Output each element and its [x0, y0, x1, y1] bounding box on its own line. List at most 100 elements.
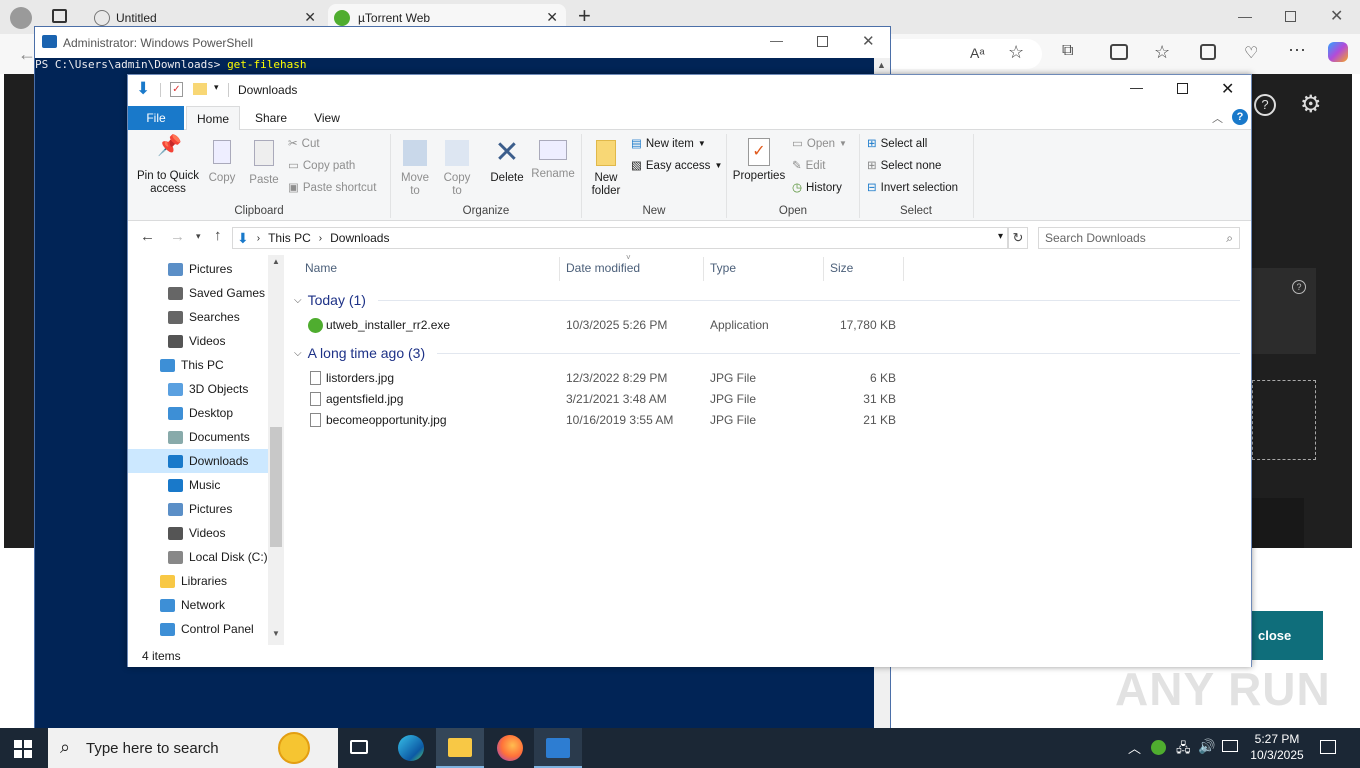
file-explorer-taskbar-button[interactable]: [436, 728, 484, 768]
column-header-date[interactable]: Date modified: [566, 261, 640, 275]
nav-item[interactable]: Searches: [128, 305, 268, 329]
new-folder-qat-icon[interactable]: [193, 83, 207, 95]
delete-button[interactable]: ✕ Delete: [486, 136, 528, 185]
network-tray-icon[interactable]: 🖧: [1176, 739, 1191, 761]
favorite-icon[interactable]: ☆: [1008, 42, 1024, 63]
file-row[interactable]: agentsfield.jpg 3/21/2021 3:48 AM JPG File…: [288, 389, 1248, 410]
history-button[interactable]: ◷ History: [792, 178, 842, 198]
more-icon[interactable]: ⋯: [1288, 40, 1306, 61]
nav-item[interactable]: Documents: [128, 425, 268, 449]
recent-locations-icon[interactable]: ▾: [196, 231, 201, 242]
minimize-icon[interactable]: —: [1238, 8, 1252, 24]
new-folder-button[interactable]: New folder: [586, 140, 626, 198]
powershell-taskbar-button[interactable]: [534, 728, 582, 768]
edge-icon[interactable]: [398, 735, 424, 761]
nav-item[interactable]: Libraries: [128, 569, 268, 593]
file-row[interactable]: becomeopportunity.jpg 10/16/2019 3:55 AM J…: [288, 410, 1248, 431]
tab-view[interactable]: View: [302, 106, 352, 130]
maximize-icon[interactable]: [817, 36, 828, 47]
scroll-thumb[interactable]: [270, 427, 282, 547]
drop-zone[interactable]: [1252, 380, 1316, 460]
select-none-button[interactable]: ⊞ Select none: [867, 156, 941, 176]
qat-dropdown-icon[interactable]: ▾: [214, 82, 219, 93]
copilot-icon[interactable]: [1328, 42, 1348, 62]
nav-item[interactable]: Local Disk (C:): [128, 545, 268, 569]
settings-icon[interactable]: ⚙: [1300, 90, 1322, 119]
nav-item[interactable]: Music: [128, 473, 268, 497]
cut-button[interactable]: ✂ Cut: [288, 134, 320, 154]
copy-to-button[interactable]: Copy to: [438, 140, 476, 198]
nav-item[interactable]: Saved Games: [128, 281, 268, 305]
back-icon[interactable]: ←: [140, 228, 155, 245]
select-all-button[interactable]: ⊞ Select all: [867, 134, 927, 154]
address-dropdown-icon[interactable]: ▾: [998, 231, 1003, 242]
help-icon[interactable]: ?: [1254, 94, 1276, 116]
easy-access-button[interactable]: ▧ Easy access ▼: [631, 156, 722, 176]
tab-share[interactable]: Share: [246, 106, 296, 130]
scroll-down-icon[interactable]: ▼: [272, 629, 280, 638]
search-box[interactable]: Search Downloads ⌕: [1038, 227, 1240, 249]
tab-home[interactable]: Home: [186, 106, 240, 130]
group-header[interactable]: ⌵ Today (1): [288, 289, 1248, 311]
nav-item[interactable]: Downloads: [128, 449, 268, 473]
profile-icon[interactable]: [10, 7, 32, 29]
nav-item[interactable]: Pictures: [128, 497, 268, 521]
nav-item[interactable]: Desktop: [128, 401, 268, 425]
paste-button[interactable]: Paste: [246, 140, 282, 187]
address-bar[interactable]: ⬇ › This PC › Downloads ▾: [232, 227, 1008, 249]
edit-button[interactable]: ✎ Edit: [792, 156, 825, 176]
keyboard-icon[interactable]: [1222, 740, 1238, 752]
scroll-up-icon[interactable]: ▲: [272, 257, 280, 266]
help-icon[interactable]: ?: [1232, 109, 1248, 125]
nav-item[interactable]: Network: [128, 593, 268, 617]
start-button[interactable]: [14, 740, 32, 758]
breadcrumb-downloads[interactable]: Downloads: [330, 231, 389, 245]
tab-file[interactable]: File: [128, 106, 184, 130]
task-view-icon[interactable]: [350, 740, 368, 754]
close-dialog-button[interactable]: close: [1248, 611, 1323, 660]
copy-path-button[interactable]: ▭ Copy path: [288, 156, 355, 176]
read-aloud-icon[interactable]: Aᵃ: [970, 45, 985, 61]
help-icon[interactable]: ?: [1292, 280, 1306, 294]
close-tab-icon[interactable]: ✕: [304, 9, 316, 26]
group-header[interactable]: ⌵ A long time ago (3): [288, 342, 1248, 364]
pin-to-quick-access-button[interactable]: 📌 Pin to Quick access: [132, 136, 204, 196]
split-screen-icon[interactable]: [1110, 44, 1128, 60]
column-header-type[interactable]: Type: [710, 261, 736, 275]
new-item-button[interactable]: ▤ New item ▼: [631, 134, 706, 154]
breadcrumb-this-pc[interactable]: This PC: [268, 231, 311, 245]
scroll-up-icon[interactable]: ▲: [877, 60, 886, 70]
maximize-icon[interactable]: [1177, 83, 1188, 94]
restore-icon[interactable]: [1285, 11, 1296, 22]
open-button[interactable]: ▭ Open ▼: [792, 134, 847, 154]
nav-scrollbar[interactable]: ▲ ▼: [268, 255, 284, 645]
close-tab-icon[interactable]: ✕: [546, 9, 558, 26]
nav-item[interactable]: 3D Objects: [128, 377, 268, 401]
file-row[interactable]: listorders.jpg 12/3/2022 8:29 PM JPG File 6…: [288, 368, 1248, 389]
close-icon[interactable]: ✕: [862, 32, 875, 50]
nav-item[interactable]: Pictures: [128, 257, 268, 281]
show-hidden-icons[interactable]: ︿: [1128, 738, 1141, 757]
file-explorer-window[interactable]: ⬇ ✓ ▾ Downloads — ✕ File Home Share View…: [127, 74, 1252, 667]
nav-item[interactable]: This PC: [128, 353, 268, 377]
invert-selection-button[interactable]: ⊟ Invert selection: [867, 178, 958, 198]
close-icon[interactable]: ✕: [1330, 6, 1343, 26]
clock[interactable]: 5:27 PM 10/3/2025: [1246, 731, 1308, 763]
file-row[interactable]: utweb_installer_rr2.exe 10/3/2025 5:26 PM…: [288, 315, 1248, 336]
properties-qat-icon[interactable]: ✓: [170, 82, 183, 97]
search-icon[interactable]: ⌕: [1226, 228, 1233, 248]
close-icon[interactable]: ✕: [1221, 79, 1234, 99]
firefox-icon[interactable]: [497, 735, 523, 761]
volume-icon[interactable]: 🔊: [1198, 738, 1215, 755]
taskbar-search[interactable]: ⌕ Type here to search: [48, 728, 338, 768]
column-header-size[interactable]: Size: [830, 261, 853, 275]
collections-icon[interactable]: [1200, 44, 1216, 60]
rename-button[interactable]: Rename: [530, 140, 576, 181]
paste-shortcut-button[interactable]: ▣ Paste shortcut: [288, 178, 376, 198]
forward-icon[interactable]: →: [170, 228, 185, 245]
nav-item[interactable]: Control Panel: [128, 617, 268, 641]
minimize-icon[interactable]: —: [1130, 80, 1143, 95]
performance-icon[interactable]: ♡: [1244, 43, 1258, 63]
up-icon[interactable]: ↑: [214, 227, 222, 244]
extensions-icon[interactable]: ⧉: [1062, 42, 1073, 60]
